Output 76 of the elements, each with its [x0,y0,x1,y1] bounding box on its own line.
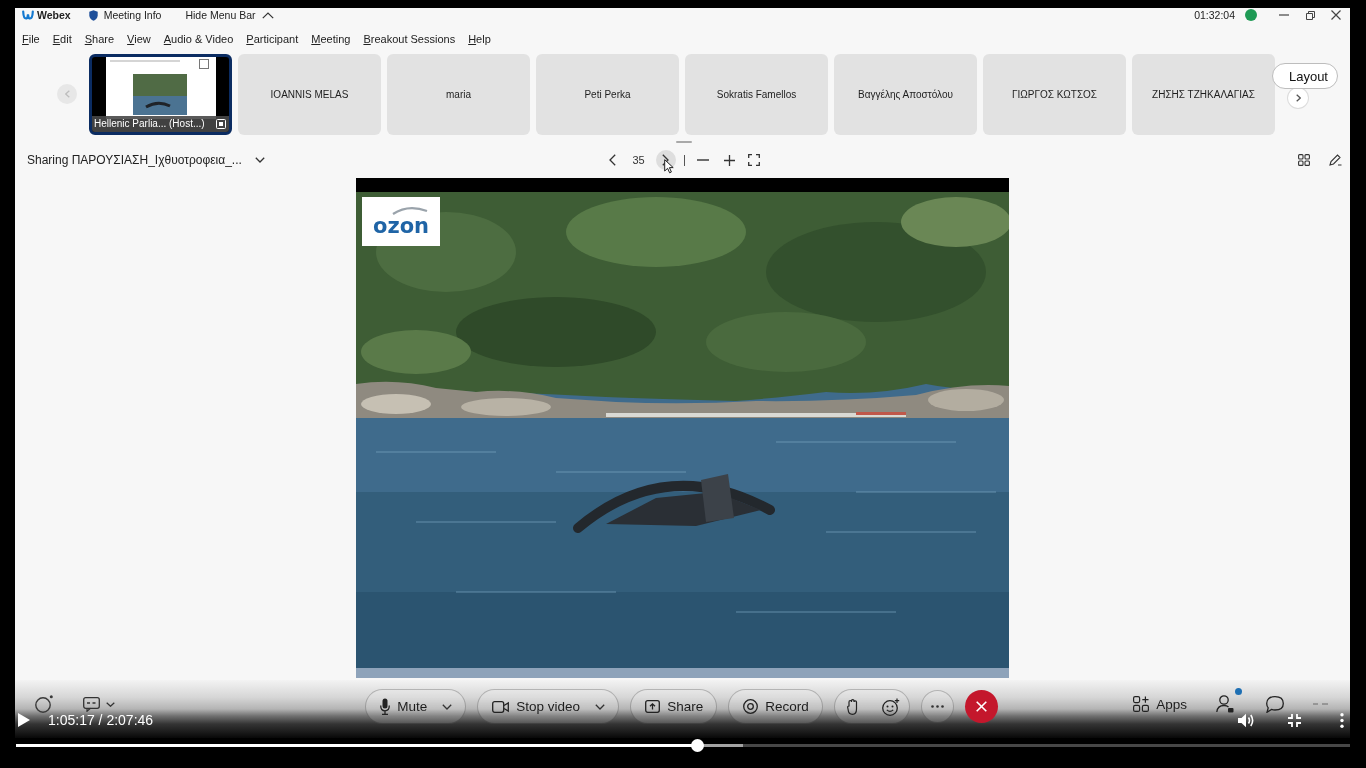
share-screen-icon [645,700,661,713]
scroll-right-button[interactable] [1288,88,1308,108]
apps-button[interactable]: Apps [1133,696,1187,712]
chevron-right-icon [1295,94,1301,102]
exit-fullscreen-icon[interactable] [1288,713,1301,727]
more-icon [930,705,944,708]
emoji-icon [881,697,900,716]
shared-screen-tile[interactable]: Hellenic Parlia... (Host...) [89,53,232,135]
end-meeting-button[interactable] [964,690,998,723]
shared-file-menu[interactable]: Sharing ΠΑΡΟΥΣΙΑΣΗ_Ιχθυοτροφεια_... [27,153,265,167]
mute-button[interactable]: Mute [365,689,467,724]
chevron-left-icon [64,90,70,98]
more-button[interactable] [920,690,954,723]
play-icon[interactable] [18,713,30,727]
more-icon[interactable] [1340,712,1344,728]
video-button[interactable]: Stop video [477,689,620,724]
volume-icon[interactable] [1238,712,1255,728]
fullscreen-icon[interactable] [747,154,760,166]
app-name: Webex [37,9,71,21]
participant-tile[interactable]: Peti Perka [536,53,679,135]
camera-icon [492,700,510,713]
menu-item[interactable]: Edit [52,32,72,46]
chevron-down-icon [106,701,115,707]
microphone-icon [380,698,391,715]
menu-item[interactable]: Meeting [311,32,351,46]
menu-item[interactable]: Breakout Sessions [363,32,456,46]
menu-item[interactable]: Participant [246,32,299,46]
chevron-down-icon [254,157,265,163]
menu-item[interactable]: Share [84,32,115,46]
participant-tile[interactable]: maria [387,53,530,135]
record-icon [743,699,759,714]
grid-icon[interactable] [1298,154,1310,166]
record-button[interactable]: Record [728,689,823,724]
logo-text: ozon [373,216,429,237]
participant-tile[interactable]: ΓΙΩΡΓΟΣ ΚΩΤΣΟΣ [983,53,1126,135]
ring-icon[interactable] [35,695,53,713]
zoom-in-icon[interactable] [723,154,735,166]
resize-handle[interactable] [676,140,692,143]
menu-item[interactable]: Audio & Video [163,32,234,46]
close-icon[interactable] [1331,10,1341,20]
apps-icon [1133,696,1150,712]
chat-icon[interactable] [1266,695,1284,713]
mouse-cursor-icon [664,159,675,174]
reactions-button[interactable] [881,697,900,716]
menu-bar-toggle-button[interactable]: Hide Menu Bar [185,9,274,21]
participant-tile[interactable]: Sokratis Famellos [685,53,828,135]
avatar-icon[interactable] [1245,9,1257,21]
caption-icon [83,696,100,712]
screen-icon [216,118,226,129]
participant-tile[interactable]: ΖΗΣΗΣ ΤΖΗΚΑΛΑΓΙΑΣ [1132,53,1275,135]
caret-up-icon [261,11,274,19]
menu-item[interactable]: Help [468,32,491,46]
logo-icon [22,10,34,20]
participant-tile[interactable]: IOANNIS MELAS [238,53,381,135]
person-icon [1216,695,1234,713]
participant-tile[interactable]: Βαγγέλης Αποστόλου [834,53,977,135]
participants-button[interactable] [1216,695,1234,713]
restore-icon[interactable] [1306,10,1315,20]
meeting-info-button[interactable]: Meeting Info [88,9,162,21]
layout-button[interactable]: Layout [1271,63,1338,89]
share-button[interactable]: Share [630,689,718,724]
x-icon [975,701,987,712]
raise-hand-button[interactable] [846,698,858,715]
progress-thumb[interactable] [691,739,705,752]
pen-icon[interactable] [1329,154,1342,166]
shield-icon [88,9,98,21]
participant-name: Hellenic Parlia... (Host...) [94,118,205,129]
meeting-clock: 01:32:04 [1194,9,1235,21]
menu-item[interactable]: View [127,32,151,46]
page-number: 35 [632,154,645,166]
chevron-left-icon[interactable] [609,154,617,166]
captions-button[interactable] [83,696,115,712]
swoosh-icon [392,206,428,215]
menu-item[interactable]: File [22,32,40,46]
hand-icon [846,698,858,715]
playback-time: 1:05:17 / 2:07:46 [48,713,154,727]
